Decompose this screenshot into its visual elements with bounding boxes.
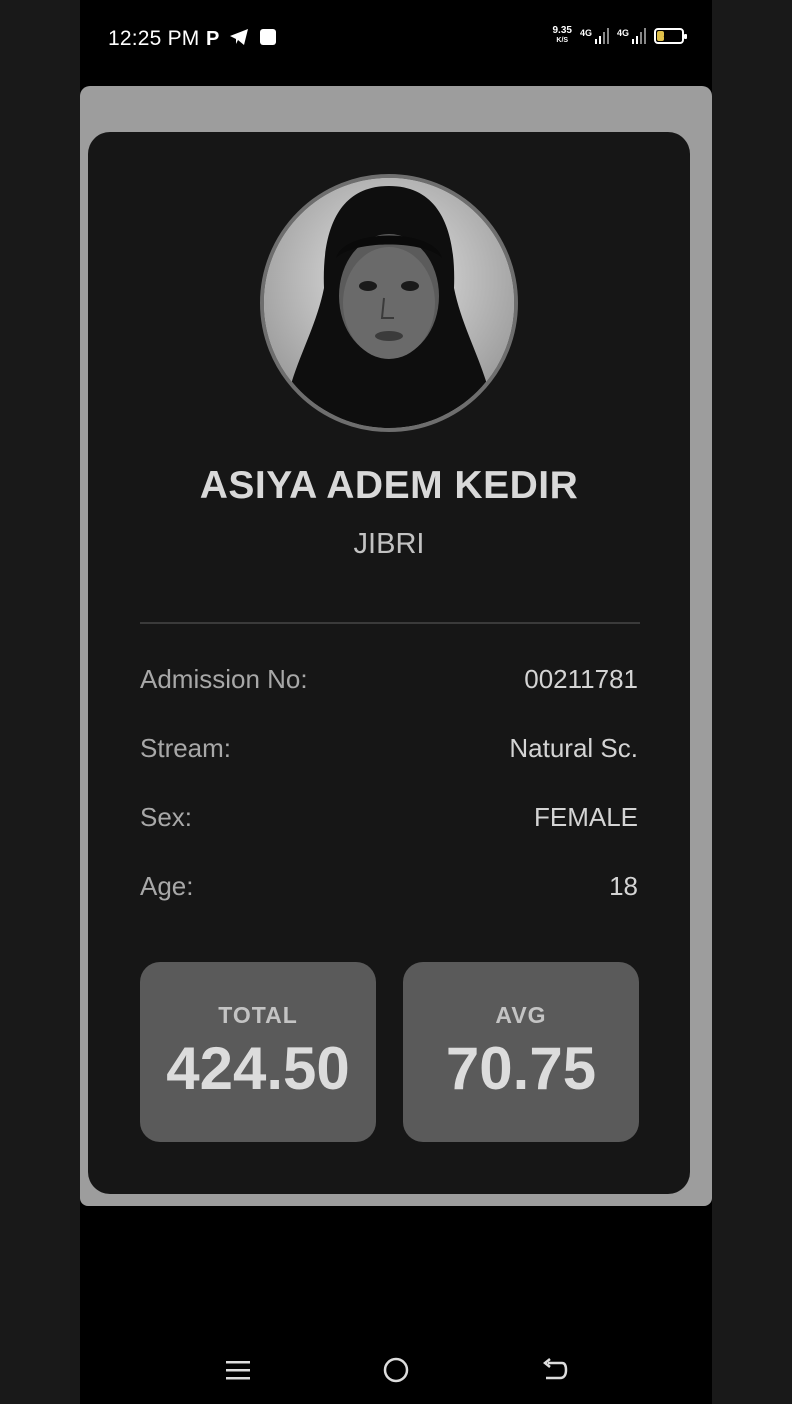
system-indicators: 9.35 K/S 4G 4G 25 xyxy=(553,26,687,46)
avatar[interactable] xyxy=(260,174,518,432)
telegram-icon xyxy=(229,28,249,51)
battery-percent: 25 xyxy=(663,29,675,40)
status-time: 12:25 PM xyxy=(108,27,200,50)
admission-row: Admission No: 00211781 xyxy=(140,664,638,695)
sex-label: Sex: xyxy=(140,802,193,832)
p-icon: P xyxy=(206,28,220,50)
app-square-icon xyxy=(259,28,277,51)
status-bar: 12:25 PM P 9.35 K/S 4G 4G 25 xyxy=(80,0,712,84)
avg-card: AVG 70.75 xyxy=(403,962,639,1142)
student-name: ASIYA ADEM KEDIR xyxy=(199,464,579,507)
student-subname: JIBRI xyxy=(353,528,425,560)
age-label: Age: xyxy=(140,871,194,901)
admission-label: Admission No: xyxy=(140,664,308,694)
notification-icons: P xyxy=(206,28,277,51)
avatar-photo xyxy=(264,178,514,428)
total-value: 424.50 xyxy=(166,1035,350,1102)
phone-screen: 12:25 PM P 9.35 K/S 4G 4G 25 ASIYA ADEM … xyxy=(80,0,712,1404)
avg-value: 70.75 xyxy=(445,1035,597,1102)
sex-value: FEMALE xyxy=(533,802,638,832)
divider xyxy=(140,622,640,624)
app-frame: ASIYA ADEM KEDIR JIBRI Admission No: 002… xyxy=(80,86,712,1206)
signal-1-icon: 4G xyxy=(580,28,609,44)
total-label: TOTAL xyxy=(218,1002,298,1028)
admission-value: 00211781 xyxy=(524,664,638,694)
network-speed: 9.35 K/S xyxy=(553,26,572,46)
network-speed-unit: K/S xyxy=(556,37,569,44)
battery-icon: 25 xyxy=(654,28,687,44)
stream-row: Stream: Natural Sc. xyxy=(140,733,638,764)
signal-1-label: 4G xyxy=(579,28,592,38)
home-icon[interactable] xyxy=(376,1354,416,1386)
age-row: Age: 18 xyxy=(140,871,638,902)
back-icon[interactable] xyxy=(534,1354,574,1386)
system-nav-bar xyxy=(80,1334,712,1404)
avg-label: AVG xyxy=(495,1002,547,1028)
menu-icon[interactable] xyxy=(218,1354,258,1386)
sex-row: Sex: FEMALE xyxy=(140,802,638,833)
signal-2-icon: 4G xyxy=(617,28,646,44)
total-card: TOTAL 424.50 xyxy=(140,962,376,1142)
stream-label: Stream: xyxy=(140,733,232,763)
network-speed-value: 9.35 xyxy=(552,25,572,36)
student-card: ASIYA ADEM KEDIR JIBRI Admission No: 002… xyxy=(88,132,690,1194)
signal-2-label: 4G xyxy=(616,28,629,38)
stream-value: Natural Sc. xyxy=(509,733,638,763)
age-value: 18 xyxy=(609,871,638,901)
